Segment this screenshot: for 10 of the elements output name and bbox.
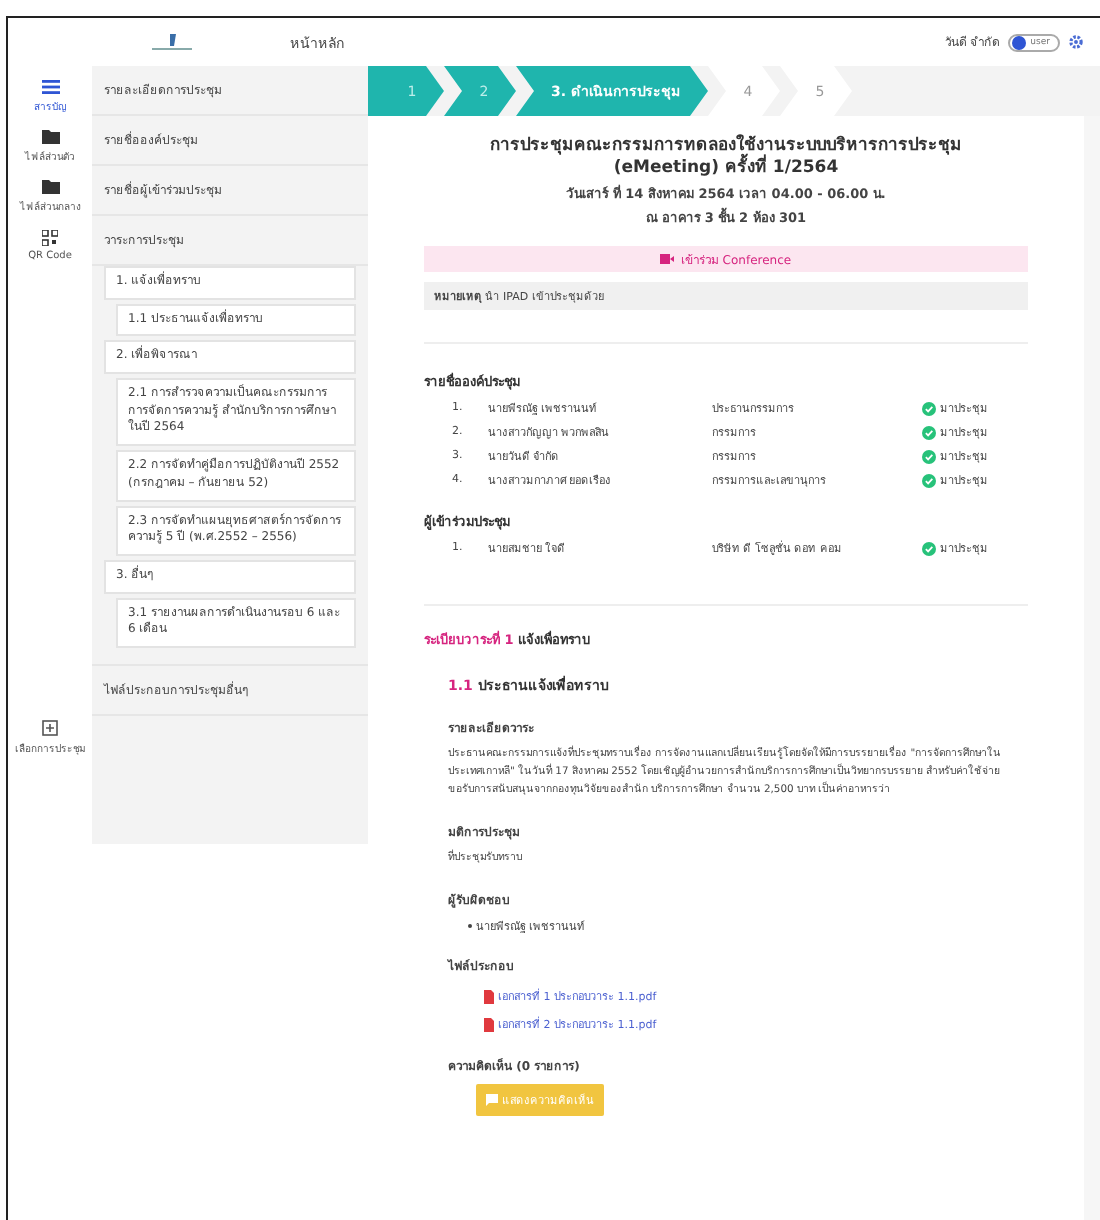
qr-code-icon bbox=[42, 230, 58, 246]
folder-icon bbox=[41, 180, 59, 194]
list-icon bbox=[41, 80, 59, 94]
logo-icon bbox=[150, 32, 194, 52]
settings-icon[interactable] bbox=[1068, 34, 1084, 50]
folder-icon bbox=[41, 130, 59, 144]
video-camera-icon bbox=[660, 254, 675, 265]
plus-box-icon bbox=[42, 720, 58, 736]
comment-icon bbox=[486, 1094, 498, 1107]
meeting-title: การประชุมคณะกรรมการทดลองใช้งานระบบบริหารการประชุม (eMeeting) ครั้งที่ 1/2564 bbox=[488, 136, 964, 181]
